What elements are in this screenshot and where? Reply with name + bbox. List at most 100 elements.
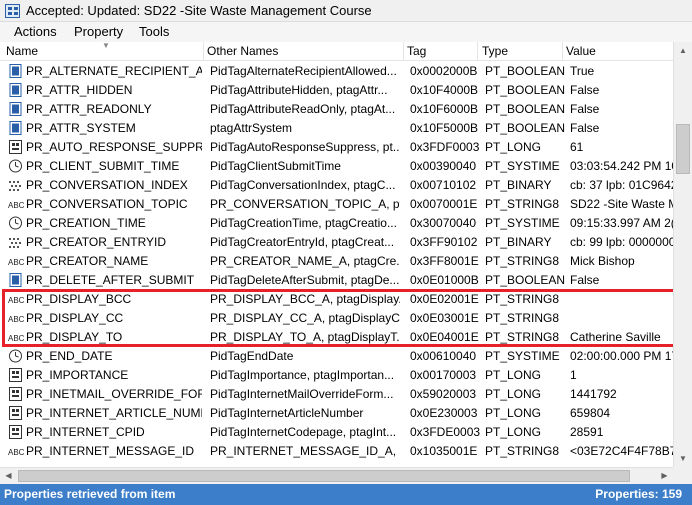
scroll-right-icon[interactable]: ▶ (656, 468, 673, 485)
cell-other-names: PidTagCreationTime, ptagCreatio... (210, 216, 397, 230)
table-row[interactable]: PR_CLIENT_SUBMIT_TIME PidTagClientSubmitT… (0, 156, 673, 175)
cell-name: PR_ATTR_HIDDEN (26, 83, 133, 97)
column-tag[interactable]: Tag (407, 44, 426, 58)
long-icon (8, 425, 23, 439)
table-row[interactable]: ABC PR_INTERNET_MESSAGE_ID PR_INTERNET_MES… (0, 441, 673, 460)
binary-icon (8, 178, 23, 192)
horizontal-scrollbar[interactable]: ◀ ▶ (0, 467, 673, 484)
scroll-corner (673, 467, 692, 484)
cell-value: False (570, 121, 600, 135)
column-type[interactable]: Type (482, 44, 508, 58)
cell-name: PR_CONVERSATION_TOPIC (26, 197, 188, 211)
menu-tools[interactable]: Tools (139, 24, 169, 39)
cell-value: False (570, 83, 600, 97)
table-row[interactable]: PR_INETMAIL_OVERRIDE_FOR... PidTagInterne… (0, 384, 673, 403)
cell-value: Mick Bishop (570, 254, 635, 268)
table-row[interactable]: PR_END_DATE PidTagEndDate 0x00610040 PT_SYS… (0, 346, 673, 365)
scroll-left-icon[interactable]: ◀ (0, 468, 17, 485)
table-row[interactable]: PR_DELETE_AFTER_SUBMIT PidTagDeleteAfterS… (0, 270, 673, 289)
cell-value: 659804 (570, 406, 611, 420)
sort-indicator-icon: ▼ (102, 41, 110, 50)
scroll-thumb[interactable] (676, 124, 690, 174)
cell-name: PR_INTERNET_MESSAGE_ID (26, 444, 195, 458)
cell-value: 02:00:00.000 PM 17/ (570, 349, 673, 363)
long-icon (8, 368, 23, 382)
table-row[interactable]: ABC PR_CONVERSATION_TOPIC PR_CONVERSATION_… (0, 194, 673, 213)
menu-actions[interactable]: Actions (14, 24, 57, 39)
column-divider[interactable] (203, 42, 204, 61)
cell-other-names: PR_INTERNET_MESSAGE_ID_A, PR... (210, 444, 400, 458)
cell-type: PT_SYSTIME (485, 349, 560, 363)
highlight-box (2, 289, 677, 347)
table-row[interactable]: PR_CREATION_TIME PidTagCreationTime, ptag… (0, 213, 673, 232)
table-row[interactable]: PR_INTERNET_ARTICLE_NUMBER PidTagInternet… (0, 403, 673, 422)
hscroll-thumb[interactable] (18, 470, 630, 482)
property-list[interactable]: PR_ALTERNATE_RECIPIENT_AL... PidTagAltern… (0, 61, 673, 467)
boolean-icon (8, 121, 23, 135)
cell-other-names: PidTagAttributeHidden, ptagAttr... (210, 83, 388, 97)
vertical-scrollbar[interactable]: ▲ ▼ (673, 42, 692, 467)
menu-property[interactable]: Property (74, 24, 123, 39)
cell-value: True (570, 64, 595, 78)
menu-property-label: Property (74, 24, 124, 39)
table-row[interactable]: ABC PR_CREATOR_NAME PR_CREATOR_NAME_A, pta… (0, 251, 673, 270)
cell-other-names: PidTagImportance, ptagImportan... (210, 368, 395, 382)
table-row[interactable]: PR_ATTR_READONLY PidTagAttributeReadOnly,… (0, 99, 673, 118)
cell-other-names: PidTagConversationIndex, ptagC... (210, 178, 396, 192)
status-message: Properties retrieved from item (4, 487, 176, 501)
cell-other-names: PidTagAlternateRecipientAllowed... (210, 64, 397, 78)
cell-type: PT_LONG (485, 425, 542, 439)
cell-type: PT_LONG (485, 406, 542, 420)
cell-type: PT_BOOLEAN (485, 273, 565, 287)
table-row[interactable]: PR_ATTR_HIDDEN PidTagAttributeHidden, pta… (0, 80, 673, 99)
cell-value: SD22 -Site Waste M (570, 197, 673, 211)
table-row[interactable]: PR_INTERNET_CPID PidTagInternetCodepage, … (0, 422, 673, 441)
cell-name: PR_AUTO_RESPONSE_SUPPRESS (26, 140, 202, 154)
column-divider[interactable] (477, 42, 478, 61)
string-icon: ABC (8, 197, 25, 211)
cell-name: PR_ATTR_SYSTEM (26, 121, 136, 135)
column-value[interactable]: Value (566, 44, 596, 58)
column-name[interactable]: Name (6, 44, 38, 58)
table-row[interactable]: PR_ALTERNATE_RECIPIENT_AL... PidTagAltern… (0, 61, 673, 80)
table-row[interactable]: PR_CREATOR_ENTRYID PidTagCreatorEntryId, … (0, 232, 673, 251)
cell-name: PR_CONVERSATION_INDEX (26, 178, 188, 192)
cell-tag: 0x3FF8001E (410, 254, 479, 268)
cell-type: PT_BINARY (485, 178, 552, 192)
table-row[interactable]: PR_AUTO_RESPONSE_SUPPRESS PidTagAutoRespo… (0, 137, 673, 156)
cell-type: PT_BOOLEAN (485, 64, 565, 78)
cell-name: PR_CLIENT_SUBMIT_TIME (26, 159, 180, 173)
svg-text:ABC: ABC (8, 201, 25, 210)
table-row[interactable]: PR_CONVERSATION_INDEX PidTagConversationI… (0, 175, 673, 194)
cell-value: 28591 (570, 425, 604, 439)
cell-value: 03:03:54.242 PM 10/ (570, 159, 673, 173)
cell-tag: 0x10F6000B (410, 102, 479, 116)
title-bar: Accepted: Updated: SD22 -Site Waste Mana… (0, 0, 692, 22)
column-divider[interactable] (403, 42, 404, 61)
cell-name: PR_CREATOR_ENTRYID (26, 235, 167, 249)
cell-other-names: PidTagAutoResponseSuppress, pt... (210, 140, 400, 154)
cell-type: PT_LONG (485, 140, 542, 154)
app-icon (5, 4, 20, 18)
cell-type: PT_LONG (485, 368, 542, 382)
cell-other-names: PidTagCreatorEntryId, ptagCreat... (210, 235, 395, 249)
cell-name: PR_CREATION_TIME (26, 216, 146, 230)
cell-type: PT_STRING8 (485, 197, 560, 211)
table-row[interactable]: PR_ATTR_SYSTEM ptagAttrSystem 0x10F5000B PT… (0, 118, 673, 137)
cell-type: PT_BOOLEAN (485, 83, 565, 97)
scroll-down-icon[interactable]: ▼ (674, 450, 692, 467)
string-icon: ABC (8, 444, 25, 458)
cell-type: PT_SYSTIME (485, 159, 560, 173)
cell-value: cb: 37 lpb: 01C9642 (570, 178, 673, 192)
cell-tag: 0x0E230003 (410, 406, 478, 420)
table-row[interactable]: PR_IMPORTANCE PidTagImportance, ptagImpor… (0, 365, 673, 384)
cell-other-names: PidTagInternetCodepage, ptagInt... (210, 425, 397, 439)
menu-actions-label: Actions (14, 24, 57, 39)
cell-type: PT_LONG (485, 387, 542, 401)
cell-other-names: ptagAttrSystem (210, 121, 293, 135)
scroll-up-icon[interactable]: ▲ (674, 42, 692, 59)
column-divider[interactable] (562, 42, 563, 61)
column-other-names[interactable]: Other Names (207, 44, 278, 58)
cell-value: 09:15:33.997 AM 2( (570, 216, 673, 230)
boolean-icon (8, 102, 23, 116)
